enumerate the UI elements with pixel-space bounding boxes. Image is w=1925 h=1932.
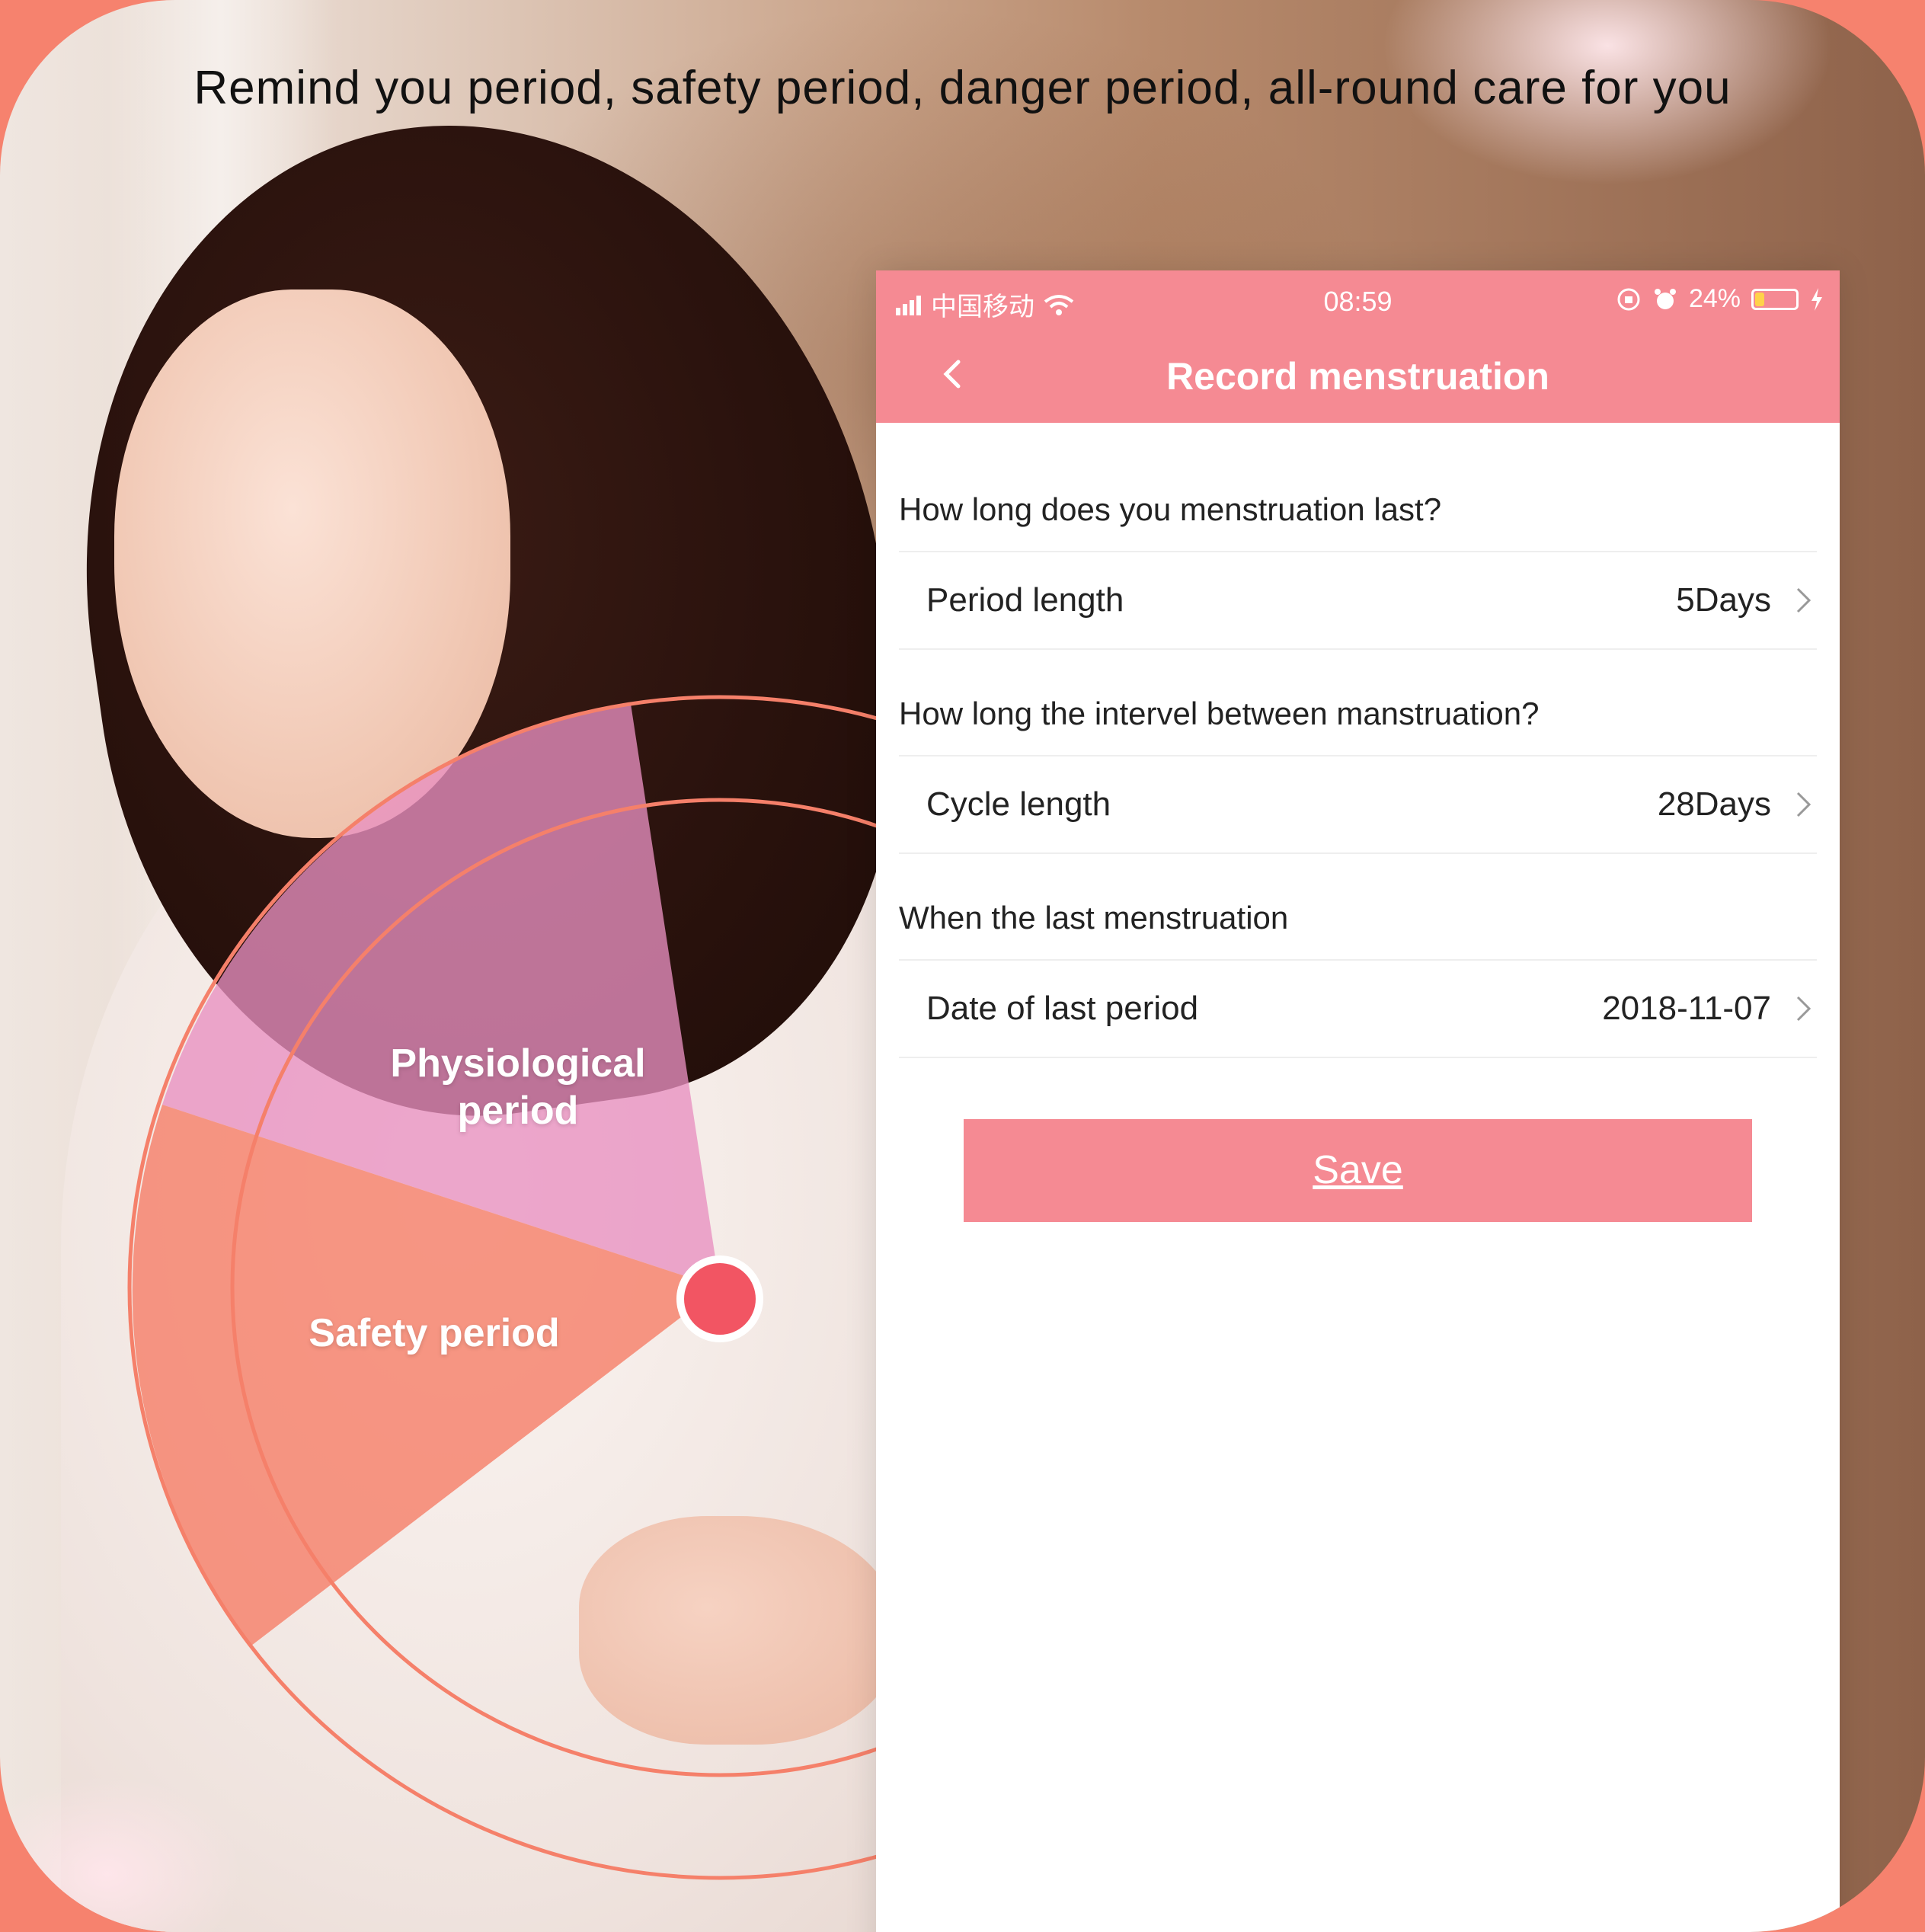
chevron-right-icon [1796,996,1811,1022]
cycle-length-section: How long the intervel between manstruati… [899,650,1817,854]
nav-bar: Record menstruation [876,331,1840,423]
save-button[interactable]: Save [964,1119,1752,1222]
cycle-length-label: Cycle length [926,785,1111,823]
background-photo: Remind you period, safety period, danger… [0,0,1925,1932]
period-length-question: How long does you menstruation last? [899,446,1817,552]
period-length-value-group: 5Days [1676,581,1814,619]
chevron-right-icon [1796,792,1811,817]
cycle-length-value-group: 28Days [1658,785,1814,824]
wheel-marker-dot [676,1255,763,1342]
orientation-lock-icon [1617,288,1640,310]
last-period-value: 2018-11-07 [1602,990,1771,1027]
charging-icon [1811,287,1822,311]
phone-screen: 中国移动 08:59 24% Record menstruation How l… [876,270,1840,1932]
period-length-label: Period length [926,581,1124,619]
battery-fill [1755,292,1764,306]
status-bar: 中国移动 08:59 24% [876,270,1840,331]
cycle-length-question: How long the intervel between manstruati… [899,650,1817,756]
chevron-right-icon [1796,587,1811,613]
status-right-group: 24% [1616,284,1824,314]
last-period-section: When the last menstruation Date of last … [899,854,1817,1058]
form-content: How long does you menstruation last? Per… [876,423,1840,1222]
promo-frame: Remind you period, safety period, danger… [0,0,1925,1932]
last-period-row[interactable]: Date of last period 2018-11-07 [899,961,1817,1058]
period-length-value: 5Days [1676,581,1771,619]
battery-percent: 24% [1688,284,1741,313]
last-period-value-group: 2018-11-07 [1602,990,1814,1028]
physiological-period-label: Physiological period [390,1041,646,1133]
last-period-label: Date of last period [926,990,1199,1027]
safety-period-label: Safety period [309,1311,560,1355]
cycle-length-row[interactable]: Cycle length 28Days [899,756,1817,854]
period-length-row[interactable]: Period length 5Days [899,552,1817,650]
last-period-question: When the last menstruation [899,854,1817,961]
battery-icon [1751,288,1799,310]
alarm-icon [1654,288,1676,309]
page-title: Record menstruation [1166,355,1549,398]
period-length-section: How long does you menstruation last? Per… [899,446,1817,650]
cycle-length-value: 28Days [1657,785,1771,823]
